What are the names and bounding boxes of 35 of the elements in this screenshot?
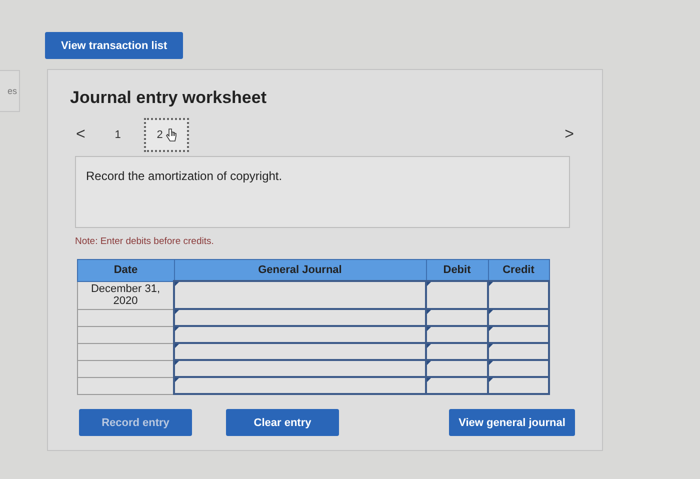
worksheet-title: Journal entry worksheet [70, 88, 268, 108]
prompt-text: Record the amortization of copyright. [86, 169, 282, 183]
column-header: Date [78, 260, 174, 281]
view-transaction-list-button[interactable]: View transaction list [45, 32, 184, 59]
column-header: Credit [488, 260, 549, 281]
debit-input-cell[interactable] [426, 343, 488, 360]
debit-input-cell[interactable] [426, 281, 488, 309]
page-tab[interactable]: 2 [144, 118, 190, 152]
next-button[interactable]: > [558, 126, 580, 144]
journal-input-cell[interactable] [174, 281, 426, 309]
credit-input-cell[interactable] [488, 281, 549, 309]
date-cell: December 31, 2020 [78, 281, 174, 309]
column-header: General Journal [174, 260, 426, 281]
journal-input-cell[interactable] [174, 309, 426, 326]
credit-input-cell[interactable] [488, 309, 549, 326]
debit-input-cell[interactable] [426, 326, 488, 343]
credit-input-cell[interactable] [488, 343, 549, 360]
side-tab[interactable]: es [0, 70, 20, 112]
previous-button[interactable]: < [70, 126, 92, 144]
credit-input-cell[interactable] [488, 326, 549, 343]
credit-input-cell[interactable] [488, 377, 549, 394]
debit-input-cell[interactable] [426, 360, 488, 377]
hand-cursor-icon [164, 128, 177, 142]
page-tab[interactable]: 1 [95, 118, 140, 152]
journal-input-cell[interactable] [174, 343, 426, 360]
column-header: Debit [426, 260, 488, 281]
journal-input-cell[interactable] [174, 360, 426, 377]
debit-input-cell[interactable] [426, 377, 488, 394]
action-button[interactable]: Clear entry [226, 409, 339, 436]
debit-input-cell[interactable] [426, 309, 488, 326]
journal-input-cell[interactable] [174, 326, 426, 343]
credit-input-cell[interactable] [488, 360, 549, 377]
journal-input-cell[interactable] [174, 377, 426, 394]
note-text: Note: Enter debits before credits. [75, 236, 215, 247]
action-button[interactable]: View general journal [449, 409, 575, 436]
